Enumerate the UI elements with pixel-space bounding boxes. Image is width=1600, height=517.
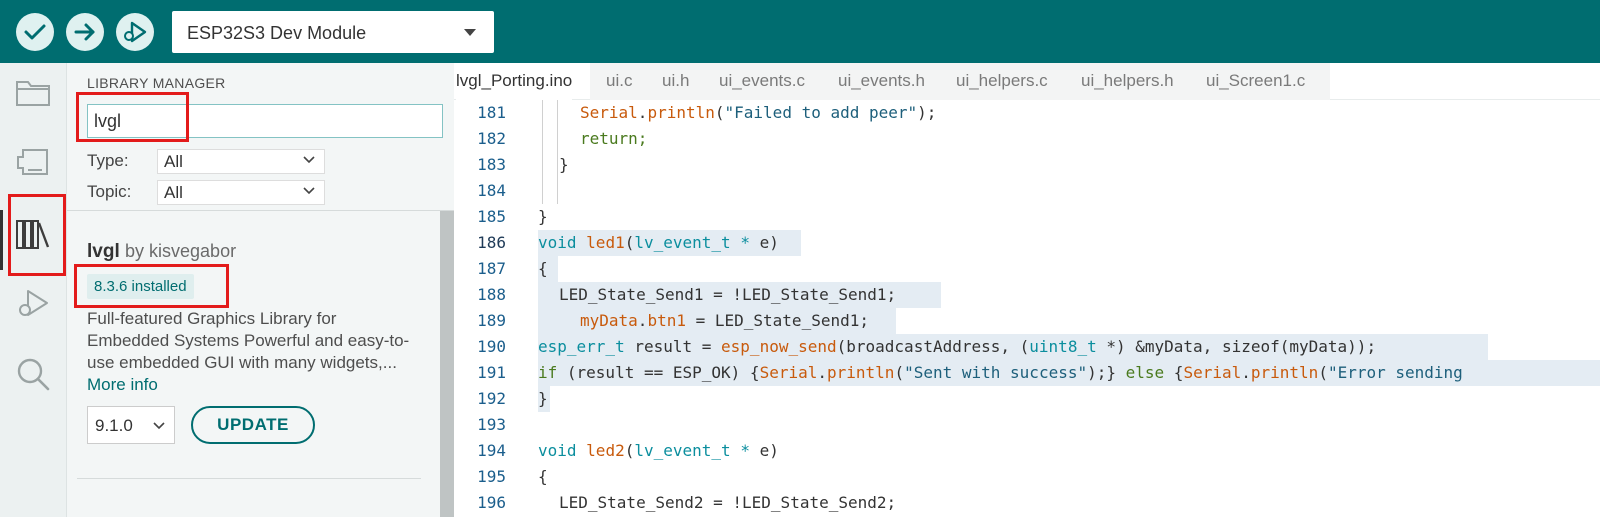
tab-ui-events-h[interactable]: ui_events.h <box>838 63 925 100</box>
code-text: { <box>538 467 548 486</box>
chevron-down-icon <box>303 187 315 195</box>
line-number: 182 <box>477 129 506 148</box>
library-list-scrollbar[interactable] <box>440 211 454 517</box>
code-text: LED_State_Send1 = !LED_State_Send1; <box>559 285 897 304</box>
code-line-185: 185 } <box>454 204 1600 230</box>
code-line-187: 187 { <box>454 256 1600 282</box>
code-line-193: 193 <box>454 412 1600 438</box>
library-manager-panel: LIBRARY MANAGER lvgl Type: All Topic: Al… <box>67 63 454 517</box>
line-number: 196 <box>477 493 506 512</box>
tab-ui-h[interactable]: ui.h <box>662 63 689 100</box>
library-search-input[interactable]: lvgl <box>87 104 443 138</box>
code-text: if (result == ESP_OK) {Serial.println("S… <box>538 363 1463 382</box>
code-line-186: 186 void led1(lv_event_t * e) <box>454 230 1600 256</box>
type-filter-label: Type: <box>87 151 129 170</box>
board-selector-label: ESP32S3 Dev Module <box>187 23 367 43</box>
editor-tabs: lvgl_Porting.ino ui.c ui.h ui_events.c u… <box>454 63 1600 100</box>
line-number: 181 <box>477 103 506 122</box>
code-text: { <box>538 259 548 278</box>
code-text: } <box>559 155 569 174</box>
code-text: LED_State_Send2 = !LED_State_Send2; <box>559 493 897 512</box>
panel-title: LIBRARY MANAGER <box>87 75 226 91</box>
line-number: 187 <box>477 259 506 278</box>
line-number: 184 <box>477 181 506 200</box>
update-button[interactable]: UPDATE <box>191 406 315 444</box>
code-line-182: 182 return; <box>454 126 1600 152</box>
arrow-right-icon <box>74 23 95 41</box>
code-line-195: 195 { <box>454 464 1600 490</box>
line-number: 190 <box>477 337 506 356</box>
folder-icon[interactable] <box>14 73 52 111</box>
top-toolbar: ESP32S3 Dev Module <box>0 0 1600 63</box>
line-number: 192 <box>477 389 506 408</box>
board-manager-icon[interactable] <box>14 143 52 181</box>
code-line-183: 183 } <box>454 152 1600 178</box>
topic-filter-label: Topic: <box>87 182 132 201</box>
code-line-192: 192 } <box>454 386 1600 412</box>
code-text: } <box>538 207 548 226</box>
check-icon <box>24 24 46 40</box>
code-text: myData.btn1 = LED_State_Send1; <box>580 311 869 330</box>
board-selector[interactable]: ESP32S3 Dev Module <box>172 11 494 53</box>
library-description: Full-featured Graphics Library for Embed… <box>87 309 410 372</box>
tab-ui-helpers-h[interactable]: ui_helpers.h <box>1081 63 1174 100</box>
code-text: Serial.println("Failed to add peer"); <box>580 103 937 122</box>
code-line-194: 194 void led2(lv_event_t * e) <box>454 438 1600 464</box>
code-editor[interactable]: 181 Serial.println("Failed to add peer")… <box>454 100 1600 517</box>
line-number: 189 <box>477 311 506 330</box>
code-text: void led1(lv_event_t * e) <box>538 233 779 252</box>
type-filter-value: All <box>164 152 183 171</box>
code-line-188: 188 LED_State_Send1 = !LED_State_Send1; <box>454 282 1600 308</box>
library-manager-icon[interactable] <box>14 215 52 253</box>
tab-ui-events-c[interactable]: ui_events.c <box>719 63 805 100</box>
code-line-190: 190 esp_err_t result = esp_now_send(broa… <box>454 334 1600 360</box>
line-number: 188 <box>477 285 506 304</box>
installed-badge: 8.3.6 installed <box>87 274 194 299</box>
chevron-down-icon <box>303 156 315 164</box>
topic-filter-select[interactable]: All <box>157 180 325 205</box>
type-filter-select[interactable]: All <box>157 149 325 174</box>
line-number: 193 <box>477 415 506 434</box>
tab-ui-helpers-c[interactable]: ui_helpers.c <box>956 63 1048 100</box>
active-indicator <box>0 210 3 270</box>
version-select[interactable]: 9.1.0 <box>87 406 175 444</box>
chevron-down-icon <box>153 422 165 430</box>
line-number: 194 <box>477 441 506 460</box>
code-text: void led2(lv_event_t * e) <box>538 441 779 460</box>
line-number: 191 <box>477 363 506 382</box>
line-number: 185 <box>477 207 506 226</box>
debug-button[interactable] <box>116 13 154 51</box>
library-item-separator <box>77 478 421 479</box>
tab-ui-c[interactable]: ui.c <box>606 63 632 100</box>
filter-divider <box>67 210 454 211</box>
code-line-184: 184 <box>454 178 1600 204</box>
code-line-181: 181 Serial.println("Failed to add peer")… <box>454 100 1600 126</box>
debug-play-icon <box>124 21 147 43</box>
code-line-189: 189 myData.btn1 = LED_State_Send1; <box>454 308 1600 334</box>
library-name: lvgl <box>87 241 120 262</box>
line-number: 186 <box>477 233 506 252</box>
code-line-196: 196 LED_State_Send2 = !LED_State_Send2; <box>454 490 1600 516</box>
more-info-link[interactable]: More info <box>87 375 158 395</box>
code-text: esp_err_t result = esp_now_send(broadcas… <box>538 337 1377 356</box>
code-text: } <box>538 389 548 408</box>
library-title: lvgl by kisvegabor <box>87 241 236 263</box>
line-number: 195 <box>477 467 506 486</box>
code-line-191: 191 if (result == ESP_OK) {Serial.printl… <box>454 360 1600 386</box>
library-author: by kisvegabor <box>125 241 237 261</box>
topic-filter-value: All <box>164 183 183 202</box>
search-icon[interactable] <box>14 355 52 393</box>
verify-button[interactable] <box>16 13 54 51</box>
line-number: 183 <box>477 155 506 174</box>
version-value: 9.1.0 <box>95 416 133 435</box>
tab-ui-screen1-c[interactable]: ui_Screen1.c <box>1206 63 1305 100</box>
caret-down-icon <box>464 29 476 36</box>
tab-lvgl-porting[interactable]: lvgl_Porting.ino <box>456 63 573 100</box>
code-text: return; <box>580 129 648 148</box>
debug-icon[interactable] <box>14 285 52 323</box>
upload-button[interactable] <box>66 13 104 51</box>
activity-bar <box>0 63 67 517</box>
